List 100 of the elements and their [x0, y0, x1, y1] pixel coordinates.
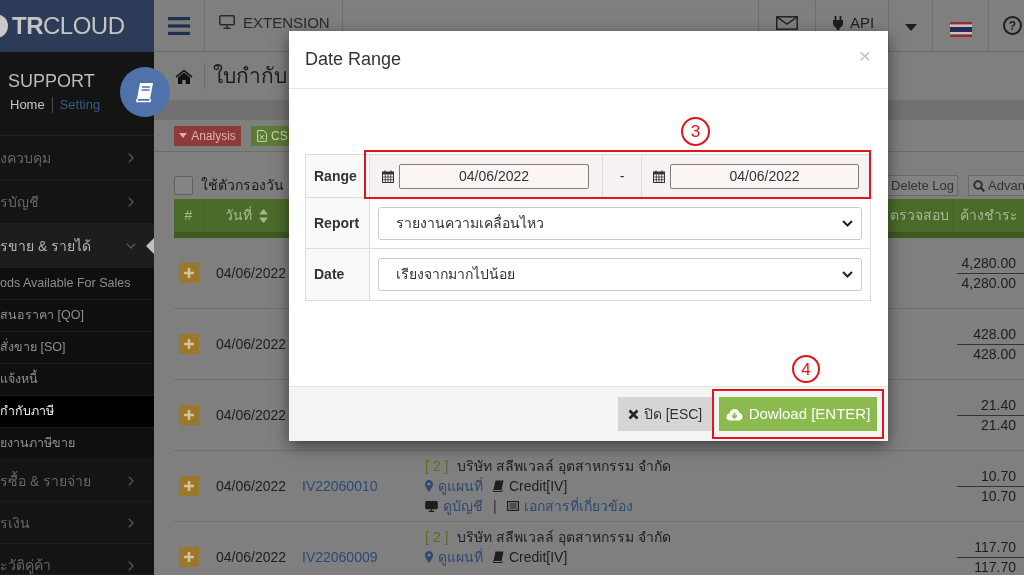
credit-label: Credit[IV]	[509, 476, 568, 496]
dialog-title: Date Range	[305, 48, 402, 71]
customer-name: บริษัท สลีพเวลล์ อุตสาหกรรม จำกัด	[457, 527, 672, 548]
book-icon	[493, 551, 504, 563]
plus-icon	[183, 552, 194, 562]
map-link[interactable]: ดูแผนที่	[425, 475, 483, 497]
menu-icon[interactable]	[168, 17, 190, 35]
file-icon	[257, 129, 267, 142]
amount: 21.40	[979, 415, 1017, 435]
submenu-item[interactable]: สนอราคา [QO]	[0, 300, 154, 332]
step-number: 4	[792, 355, 820, 383]
range-separator: -	[619, 166, 625, 186]
amount: 21.40	[957, 395, 1024, 416]
column-header: #	[184, 206, 193, 225]
amount: 117.70	[957, 537, 1024, 558]
mail-icon[interactable]	[776, 16, 798, 30]
calendar-icon	[653, 169, 665, 183]
help-button[interactable]: ?	[1003, 16, 1022, 35]
amount: 10.70	[979, 486, 1017, 506]
chevron-down-icon	[842, 271, 853, 278]
step-number: 3	[681, 117, 710, 146]
amount: 428.00	[957, 324, 1024, 345]
chevron-right-icon	[128, 152, 134, 163]
row-date: 04/06/2022	[216, 263, 287, 283]
plug-icon	[832, 16, 844, 30]
calendar-icon	[382, 169, 394, 183]
flag-icon[interactable]	[949, 22, 972, 37]
credit-label: Credit[IV]	[509, 547, 568, 567]
profile-link[interactable]: Setting	[51, 97, 101, 113]
date-input[interactable]: 04/06/2022	[670, 163, 859, 189]
sidebar-item[interactable]: รขาย & รายได้	[0, 224, 154, 268]
advanced-search-button[interactable]: Advan	[968, 175, 1024, 196]
plus-icon	[183, 481, 194, 491]
column-header: วันที่	[225, 205, 252, 225]
x-icon	[627, 408, 639, 420]
document-link[interactable]: IV22060010	[302, 475, 378, 497]
monitor-icon	[425, 500, 438, 512]
logo-text: TRCLOUD	[12, 12, 125, 40]
submenu-item[interactable]: ยงานภาษีขาย	[0, 428, 154, 460]
chevron-right-icon	[128, 561, 134, 571]
book-icon	[493, 480, 504, 492]
submenu-item[interactable]: ods Available For Sales	[0, 268, 154, 300]
line-count: [ 2 ]	[425, 456, 449, 476]
account-link[interactable]: ดูบัญชี	[425, 495, 483, 517]
documents-link[interactable]: เอกสารที่เกี่ยวข้อง	[506, 495, 633, 517]
list-icon	[506, 501, 519, 511]
plus-icon	[183, 268, 194, 278]
map-link[interactable]: ดูแผนที่	[425, 546, 483, 568]
delete-log-button[interactable]: Delete Log	[887, 175, 958, 196]
close-button[interactable]: ปิด [ESC]	[618, 397, 712, 431]
caret-down-icon[interactable]	[904, 24, 917, 31]
sort-icon[interactable]	[259, 208, 268, 223]
amount: 4,280.00	[960, 273, 1017, 293]
plus-icon	[183, 410, 194, 420]
field-label: Date	[314, 265, 345, 284]
download-button[interactable]: Dowload [ENTER]	[719, 397, 877, 431]
profile-name: SUPPORT	[8, 70, 96, 92]
profile-link[interactable]: Home	[10, 97, 45, 113]
checkbox[interactable]	[174, 176, 193, 195]
search-icon	[973, 179, 985, 192]
submenu-item[interactable]: กำกับภาษี	[0, 396, 154, 428]
submenu-item[interactable]: สั่งขาย [SO]	[0, 332, 154, 364]
expand-button[interactable]	[178, 405, 199, 425]
chevron-right-icon	[128, 196, 134, 207]
cloud-download-icon	[725, 407, 743, 421]
map-pin-icon	[425, 480, 433, 492]
amount: 10.70	[957, 466, 1024, 487]
caret-down-icon	[179, 133, 188, 138]
logo-icon	[0, 14, 8, 38]
select-field[interactable]: เรียงจากมากไปน้อย	[378, 258, 862, 291]
field-label: Report	[314, 213, 360, 233]
row-date: 04/06/2022	[216, 547, 287, 567]
row-date: 04/06/2022	[216, 476, 287, 496]
submenu-item[interactable]: แจ้งหนี้	[0, 364, 154, 396]
expand-button[interactable]	[178, 263, 199, 283]
plus-icon	[183, 339, 194, 349]
date-input[interactable]: 04/06/2022	[399, 163, 589, 189]
chevron-down-icon	[126, 242, 136, 249]
expand-button[interactable]	[178, 334, 199, 354]
field-label: Range	[314, 166, 357, 186]
book-icon[interactable]	[120, 67, 170, 117]
expand-button[interactable]	[178, 547, 199, 567]
document-link[interactable]: IV22060009	[302, 546, 378, 568]
row-date: 04/06/2022	[216, 334, 287, 354]
csv-button[interactable]: CS	[251, 125, 289, 146]
map-pin-icon	[425, 551, 433, 563]
page-title: ใบกำกับ	[213, 63, 287, 90]
select-field[interactable]: รายงานความเคลื่อนไหว	[378, 206, 862, 240]
analysis-button[interactable]: Analysis	[174, 125, 241, 146]
home-icon[interactable]	[175, 68, 193, 84]
column-header: ค้างชำระ	[959, 206, 1018, 225]
expand-button[interactable]	[178, 476, 199, 496]
column-header: ตรวจสอบ	[890, 206, 949, 225]
customer-name: บริษัท สลีพเวลล์ อุตสาหกรรม จำกัด	[457, 456, 672, 477]
amount: 117.70	[973, 557, 1017, 575]
chevron-right-icon	[128, 475, 134, 486]
row-date: 04/06/2022	[216, 405, 287, 425]
chevron-down-icon	[842, 219, 853, 227]
filter-label: ใช้ตัวกรองวัน	[201, 176, 284, 195]
monitor-icon	[219, 15, 235, 29]
